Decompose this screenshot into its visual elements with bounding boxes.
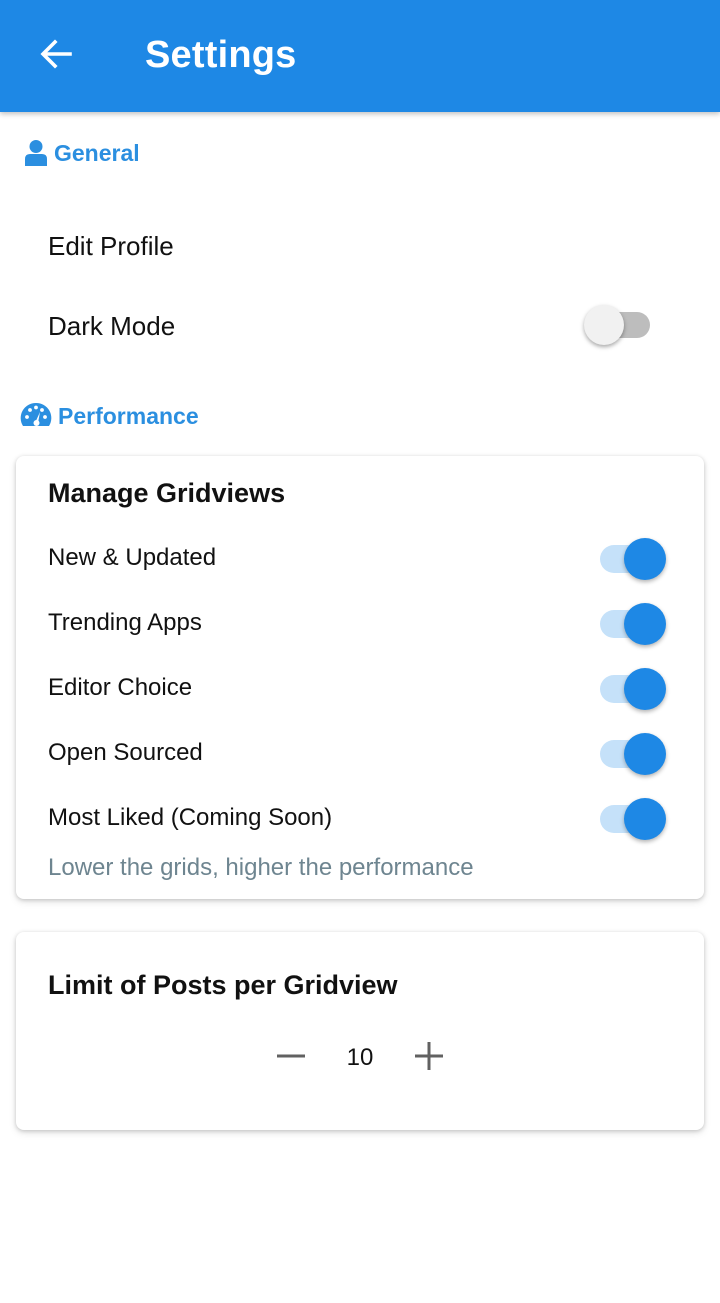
edit-profile-item[interactable]: Edit Profile [48, 231, 174, 262]
performance-hint: Lower the grids, higher the performance [48, 854, 474, 881]
gridview-label: New & Updated [48, 544, 217, 571]
minus-icon [276, 1041, 306, 1076]
gridview-toggle[interactable] [598, 797, 668, 841]
card-title: Manage Gridviews [48, 478, 286, 508]
posts-limit-card: Limit of Posts per Gridview 10 [16, 932, 704, 1130]
person-icon [24, 139, 48, 167]
card-title: Limit of Posts per Gridview [48, 970, 398, 1000]
increment-button[interactable] [405, 1034, 453, 1082]
decrement-button[interactable] [267, 1034, 315, 1082]
gridview-row-new-updated: New & Updated [16, 534, 704, 584]
posts-limit-value: 10 [346, 1044, 374, 1071]
section-header-label: Performance [58, 402, 199, 429]
section-header-label: General [54, 139, 140, 166]
gridview-row-editor-choice: Editor Choice [16, 664, 704, 714]
toggle-thumb [624, 603, 666, 645]
dark-mode-label: Dark Mode [48, 311, 176, 341]
toggle-thumb [584, 305, 624, 345]
toggle-thumb [624, 538, 666, 580]
toggle-thumb [624, 733, 666, 775]
page-title: Settings [145, 34, 297, 76]
section-header-general: General [24, 139, 140, 167]
gridview-toggle[interactable] [598, 537, 668, 581]
gridview-label: Editor Choice [48, 674, 193, 701]
speedometer-icon [20, 402, 52, 430]
plus-icon [414, 1041, 444, 1076]
toggle-thumb [624, 668, 666, 710]
gridview-row-most-liked: Most Liked (Coming Soon) [16, 794, 704, 844]
gridview-toggle[interactable] [598, 667, 668, 711]
dark-mode-toggle[interactable] [584, 305, 654, 345]
app-bar: Settings [0, 0, 720, 112]
back-button[interactable] [22, 22, 90, 90]
gridview-toggle[interactable] [598, 732, 668, 776]
arrow-back-icon [38, 36, 74, 77]
gridview-row-trending-apps: Trending Apps [16, 599, 704, 649]
section-header-performance: Performance [20, 402, 199, 430]
gridview-label: Most Liked (Coming Soon) [48, 804, 333, 831]
gridview-label: Open Sourced [48, 739, 203, 766]
toggle-thumb [624, 798, 666, 840]
gridview-row-open-sourced: Open Sourced [16, 729, 704, 779]
gridview-label: Trending Apps [48, 609, 202, 636]
gridview-toggle[interactable] [598, 602, 668, 646]
manage-gridviews-card: Manage Gridviews New & Updated Trending … [16, 456, 704, 899]
